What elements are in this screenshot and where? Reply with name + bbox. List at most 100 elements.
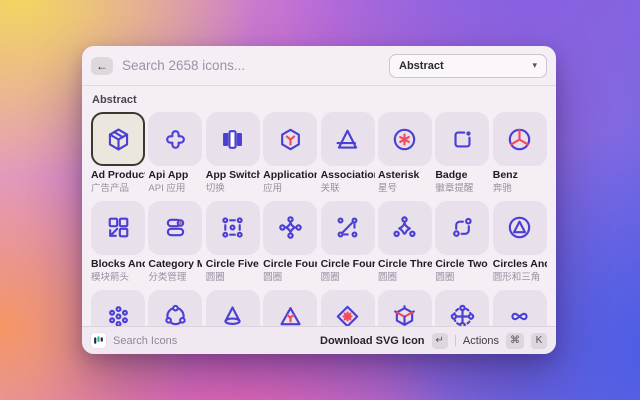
app-switch-icon: [219, 126, 246, 153]
icon-cell-dot-cluster: [91, 290, 145, 326]
icon-cell-badge: Badge徽章提醒: [435, 112, 489, 194]
footer-app-name: Search Icons: [113, 335, 177, 347]
icon-tile-infinity[interactable]: [493, 290, 547, 326]
icon-cell-triangle-round-star: [263, 290, 317, 326]
search-header: ← Search 2658 icons... Abstract ▾: [82, 46, 556, 86]
icon-tile-ad-product[interactable]: [91, 112, 145, 166]
badge-icon: [449, 126, 476, 153]
extension-logo-icon: [91, 333, 106, 348]
icon-cell-benz: Benz奔驰: [493, 112, 547, 194]
icon-label: Badge: [435, 169, 489, 182]
icon-cell-diamond-asterisk: [321, 290, 375, 326]
icon-label: Ad Product: [91, 169, 145, 182]
icon-cell-asterisk: Asterisk星号: [378, 112, 432, 194]
association-icon: [334, 126, 361, 153]
icon-cell-cube-red-edges: [378, 290, 432, 326]
icon-tile-asterisk[interactable]: [378, 112, 432, 166]
icon-tile-cross-ring-dots[interactable]: [435, 290, 489, 326]
icon-tile-application[interactable]: [263, 112, 317, 166]
icon-tile-cone[interactable]: [206, 290, 260, 326]
icon-sublabel: 应用: [263, 183, 317, 194]
icon-tile-badge[interactable]: [435, 112, 489, 166]
icon-sublabel: 圆圈: [435, 272, 489, 283]
search-input[interactable]: Search 2658 icons...: [122, 58, 380, 73]
category-dropdown[interactable]: Abstract ▾: [389, 54, 547, 78]
circle-three-icon: [391, 214, 418, 241]
icon-sublabel: 圆圈: [378, 272, 432, 283]
icon-tile-group-circle[interactable]: [148, 290, 202, 326]
icon-tile-association[interactable]: [321, 112, 375, 166]
icon-cell-association: Association关联: [321, 112, 375, 194]
icon-cell-cross-ring-dots: [435, 290, 489, 326]
icon-label: Circle Two L...: [435, 258, 489, 271]
icon-sublabel: 关联: [321, 183, 375, 194]
results-area: Abstract Ad Product广告产品Api AppAPI 应用App …: [82, 86, 556, 326]
icon-tile-blocks-and-arrows[interactable]: [91, 201, 145, 255]
icon-cell-circles-and-triangles: Circles And...圆形和三角: [493, 201, 547, 283]
diamond-asterisk-icon: [334, 303, 361, 326]
icon-label: Circles And...: [493, 258, 547, 271]
icon-cell-api-app: Api AppAPI 应用: [148, 112, 202, 194]
icon-search-window: ← Search 2658 icons... Abstract ▾ Abstra…: [82, 46, 556, 354]
icon-label: Category M...: [148, 258, 202, 271]
icon-sublabel: 模块箭头: [91, 272, 145, 283]
group-circle-icon: [162, 303, 189, 326]
back-arrow-icon: ←: [96, 59, 108, 73]
section-title: Abstract: [92, 94, 547, 106]
cube-red-edges-icon: [391, 303, 418, 326]
icon-label: App Switch: [206, 169, 260, 182]
blocks-and-arrows-icon: [105, 214, 132, 241]
icon-tile-circle-two-line[interactable]: [435, 201, 489, 255]
icon-sublabel: 奔驰: [493, 183, 547, 194]
icon-tile-dot-cluster[interactable]: [91, 290, 145, 326]
icon-cell-circle-four: Circle Four圆圈: [263, 201, 317, 283]
icon-cell-circle-three: Circle Three圆圈: [378, 201, 432, 283]
circle-two-line-icon: [449, 214, 476, 241]
circles-and-triangles-icon: [506, 214, 533, 241]
actions-button[interactable]: Actions: [463, 335, 499, 347]
icon-cell-circle-five-line: Circle Five L...圆圈: [206, 201, 260, 283]
icon-tile-circle-five-line[interactable]: [206, 201, 260, 255]
triangle-round-star-icon: [277, 303, 304, 326]
circle-four-icon: [277, 214, 304, 241]
icon-tile-triangle-round-star[interactable]: [263, 290, 317, 326]
icon-cell-circle-four-line: Circle Four...圆圈: [321, 201, 375, 283]
icon-label: Application...: [263, 169, 317, 182]
footer-divider: [455, 335, 456, 346]
icon-cell-app-switch: App Switch切换: [206, 112, 260, 194]
icon-cell-infinity: [493, 290, 547, 326]
icon-sublabel: API 应用: [148, 183, 202, 194]
icon-tile-category-management[interactable]: [148, 201, 202, 255]
icon-sublabel: 圆圈: [321, 272, 375, 283]
icon-tile-diamond-asterisk[interactable]: [321, 290, 375, 326]
circle-five-line-icon: [219, 214, 246, 241]
icon-sublabel: 徽章提醒: [435, 183, 489, 194]
k-key-icon: K: [531, 333, 547, 349]
icon-tile-circle-four-line[interactable]: [321, 201, 375, 255]
icon-label: Benz: [493, 169, 547, 182]
icon-tile-benz[interactable]: [493, 112, 547, 166]
icon-sublabel: 广告产品: [91, 183, 145, 194]
icon-label: Circle Four...: [321, 258, 375, 271]
back-button[interactable]: ←: [91, 57, 113, 75]
icon-tile-app-switch[interactable]: [206, 112, 260, 166]
icon-tile-api-app[interactable]: [148, 112, 202, 166]
circle-four-line-icon: [334, 214, 361, 241]
api-app-icon: [162, 126, 189, 153]
icon-grid: Ad Product广告产品Api AppAPI 应用App Switch切换A…: [91, 112, 547, 326]
icon-label: Circle Three: [378, 258, 432, 271]
icon-tile-circle-three[interactable]: [378, 201, 432, 255]
icon-cell-blocks-and-arrows: Blocks And...模块箭头: [91, 201, 145, 283]
infinity-icon: [506, 303, 533, 326]
icon-label: Api App: [148, 169, 202, 182]
asterisk-icon: [391, 126, 418, 153]
benz-icon: [506, 126, 533, 153]
icon-label: Association: [321, 169, 375, 182]
return-key-icon[interactable]: ↵: [432, 333, 448, 349]
icon-tile-circle-four[interactable]: [263, 201, 317, 255]
icon-tile-cube-red-edges[interactable]: [378, 290, 432, 326]
download-svg-action[interactable]: Download SVG Icon: [320, 335, 425, 347]
icon-cell-ad-product: Ad Product广告产品: [91, 112, 145, 194]
icon-tile-circles-and-triangles[interactable]: [493, 201, 547, 255]
ad-product-icon: [105, 126, 132, 153]
